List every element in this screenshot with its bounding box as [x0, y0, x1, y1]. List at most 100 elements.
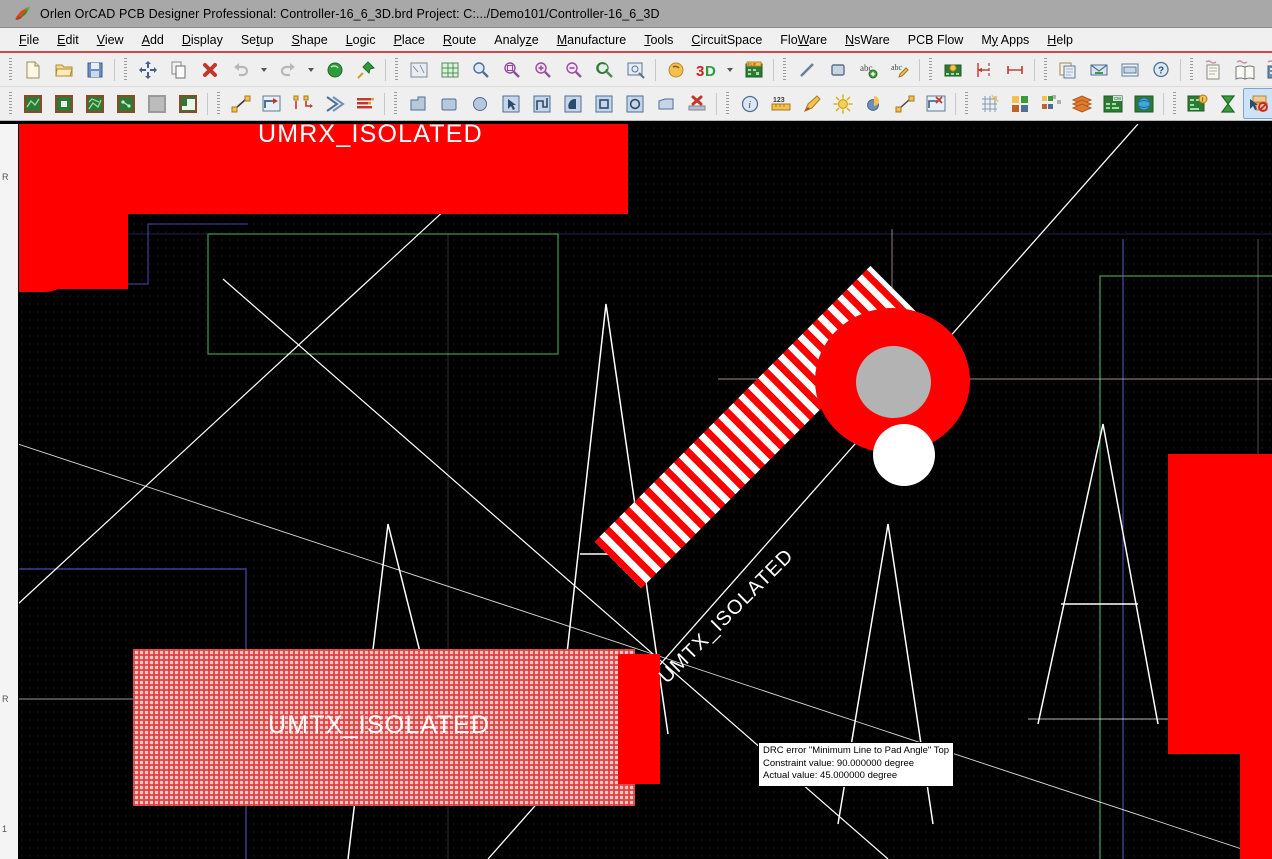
menu-item-nsware[interactable]: NsWare — [836, 31, 899, 49]
assign-color-icon[interactable] — [858, 88, 889, 119]
zoom-world-icon[interactable] — [434, 54, 465, 85]
move-icon[interactable] — [132, 54, 163, 85]
toolbar-grip[interactable] — [726, 91, 729, 116]
add-text-icon[interactable]: abc — [853, 54, 884, 85]
delete-icon[interactable] — [194, 54, 225, 85]
toolbar-grip[interactable] — [395, 57, 398, 82]
toolbar-grip[interactable] — [394, 91, 397, 116]
trace-elbow-segment[interactable] — [618, 654, 660, 784]
toolbar-grip[interactable] — [217, 91, 220, 116]
shape-void-circle-icon[interactable] — [619, 88, 650, 119]
dimension-icon[interactable] — [968, 54, 999, 85]
pcb-canvas-area[interactable]: R R 1 UMRX_ISOLATED UMTX_ISOLATED UMTX_I… — [0, 124, 1272, 859]
menu-item-add[interactable]: Add — [133, 31, 173, 49]
route-board-icon[interactable] — [79, 88, 110, 119]
subdrawing-icon[interactable] — [172, 88, 203, 119]
drc-error-marker[interactable] — [873, 424, 935, 486]
toolbar-grip[interactable] — [783, 57, 786, 82]
board-geometry-icon[interactable] — [17, 88, 48, 119]
custom-smooth-icon[interactable] — [318, 88, 349, 119]
show-element-icon[interactable]: i — [734, 88, 765, 119]
constraint-manager-icon[interactable]: CM — [1097, 88, 1128, 119]
toolbar-grip[interactable] — [124, 57, 127, 82]
menu-item-floware[interactable]: FloWare — [771, 31, 836, 49]
dehighlight-icon[interactable] — [827, 88, 858, 119]
copper-pour-right[interactable] — [1168, 454, 1272, 754]
zoom-in-icon[interactable] — [527, 54, 558, 85]
redo-icon[interactable] — [272, 54, 303, 85]
menu-item-tools[interactable]: Tools — [635, 31, 682, 49]
shape-polygon-icon[interactable] — [402, 88, 433, 119]
menu-item-manufacture[interactable]: Manufacture — [548, 31, 636, 49]
zoom-previous-icon[interactable] — [589, 54, 620, 85]
menu-item-display[interactable]: Display — [173, 31, 232, 49]
edit-text-icon[interactable]: abc — [884, 54, 915, 85]
menu-item-analyze[interactable]: Analyze — [485, 31, 547, 49]
color-palette-icon[interactable] — [660, 54, 691, 85]
menu-item-view[interactable]: View — [88, 31, 133, 49]
shape-circle-icon[interactable] — [464, 88, 495, 119]
3d-dropdown-icon[interactable] — [722, 54, 738, 85]
add-rect-icon[interactable] — [822, 54, 853, 85]
net-list-icon[interactable] — [349, 88, 380, 119]
subclass-icon[interactable] — [1035, 88, 1066, 119]
delay-tune-icon[interactable] — [287, 88, 318, 119]
show-measure-icon[interactable]: 123 — [765, 88, 796, 119]
undo-icon[interactable] — [225, 54, 256, 85]
zoom-out-icon[interactable] — [558, 54, 589, 85]
flip-design-icon[interactable]: FLIP — [738, 54, 769, 85]
zoom-fit-icon[interactable] — [403, 54, 434, 85]
measure-icon[interactable] — [999, 54, 1030, 85]
menu-item-route[interactable]: Route — [434, 31, 485, 49]
copper-pour-umrx-notch[interactable] — [18, 164, 78, 292]
layers-icon[interactable] — [1052, 54, 1083, 85]
shape-rect-icon[interactable] — [433, 88, 464, 119]
shape-void-rect-icon[interactable] — [588, 88, 619, 119]
add-connect-icon[interactable] — [225, 88, 256, 119]
shape-void-poly-icon[interactable] — [650, 88, 681, 119]
show-rats-icon[interactable] — [889, 88, 920, 119]
menu-item-file[interactable]: File — [10, 31, 48, 49]
delete-shape-icon[interactable] — [681, 88, 712, 119]
menu-item-shape[interactable]: Shape — [283, 31, 337, 49]
report-icon[interactable] — [1198, 54, 1229, 85]
menu-item-help[interactable]: Help — [1038, 31, 1082, 49]
refresh-globe-icon[interactable] — [319, 54, 350, 85]
zoom-center-icon[interactable] — [620, 54, 651, 85]
menu-item-circuitspace[interactable]: CircuitSpace — [682, 31, 771, 49]
menu-item-place[interactable]: Place — [385, 31, 434, 49]
save-icon[interactable] — [79, 54, 110, 85]
zoom-area-icon[interactable] — [465, 54, 496, 85]
pad-drill-hole[interactable] — [856, 346, 931, 418]
mail-icon[interactable] — [1083, 54, 1114, 85]
timing-icon[interactable] — [1212, 88, 1243, 119]
toolbar-grip[interactable] — [1173, 91, 1176, 116]
shape-edit-icon[interactable] — [110, 88, 141, 119]
shape-arc-icon[interactable] — [557, 88, 588, 119]
color-layers-icon[interactable] — [1004, 88, 1035, 119]
new-file-icon[interactable] — [17, 54, 48, 85]
pin-icon[interactable] — [350, 54, 381, 85]
menu-item-setup[interactable]: Setup — [232, 31, 283, 49]
highlight-icon[interactable] — [796, 88, 827, 119]
toolbar-grip[interactable] — [9, 91, 12, 116]
undo-dropdown-icon[interactable] — [256, 54, 272, 85]
3d-view-icon[interactable]: 3D — [691, 54, 722, 85]
toolbar-grip[interactable] — [9, 57, 12, 82]
pcb-design-view[interactable]: UMRX_ISOLATED UMTX_ISOLATED UMTX_ISOLATE… — [18, 124, 1272, 859]
menu-item-logic[interactable]: Logic — [337, 31, 385, 49]
global-view-icon[interactable] — [1128, 88, 1159, 119]
drc-report-icon[interactable]: i — [1181, 88, 1212, 119]
gloss-icon[interactable] — [141, 88, 172, 119]
redo-dropdown-icon[interactable] — [303, 54, 319, 85]
slide-icon[interactable] — [256, 88, 287, 119]
drc-marker-toggle-icon[interactable] — [1243, 88, 1272, 119]
menu-item-pcb-flow[interactable]: PCB Flow — [899, 31, 973, 49]
open-file-icon[interactable] — [48, 54, 79, 85]
database-icon[interactable] — [1260, 54, 1272, 85]
toolbar-grip[interactable] — [929, 57, 932, 82]
grid-toggle-icon[interactable] — [973, 88, 1004, 119]
shape-edit-boundary-icon[interactable] — [526, 88, 557, 119]
add-line-icon[interactable] — [791, 54, 822, 85]
toolbar-grip[interactable] — [1044, 57, 1047, 82]
